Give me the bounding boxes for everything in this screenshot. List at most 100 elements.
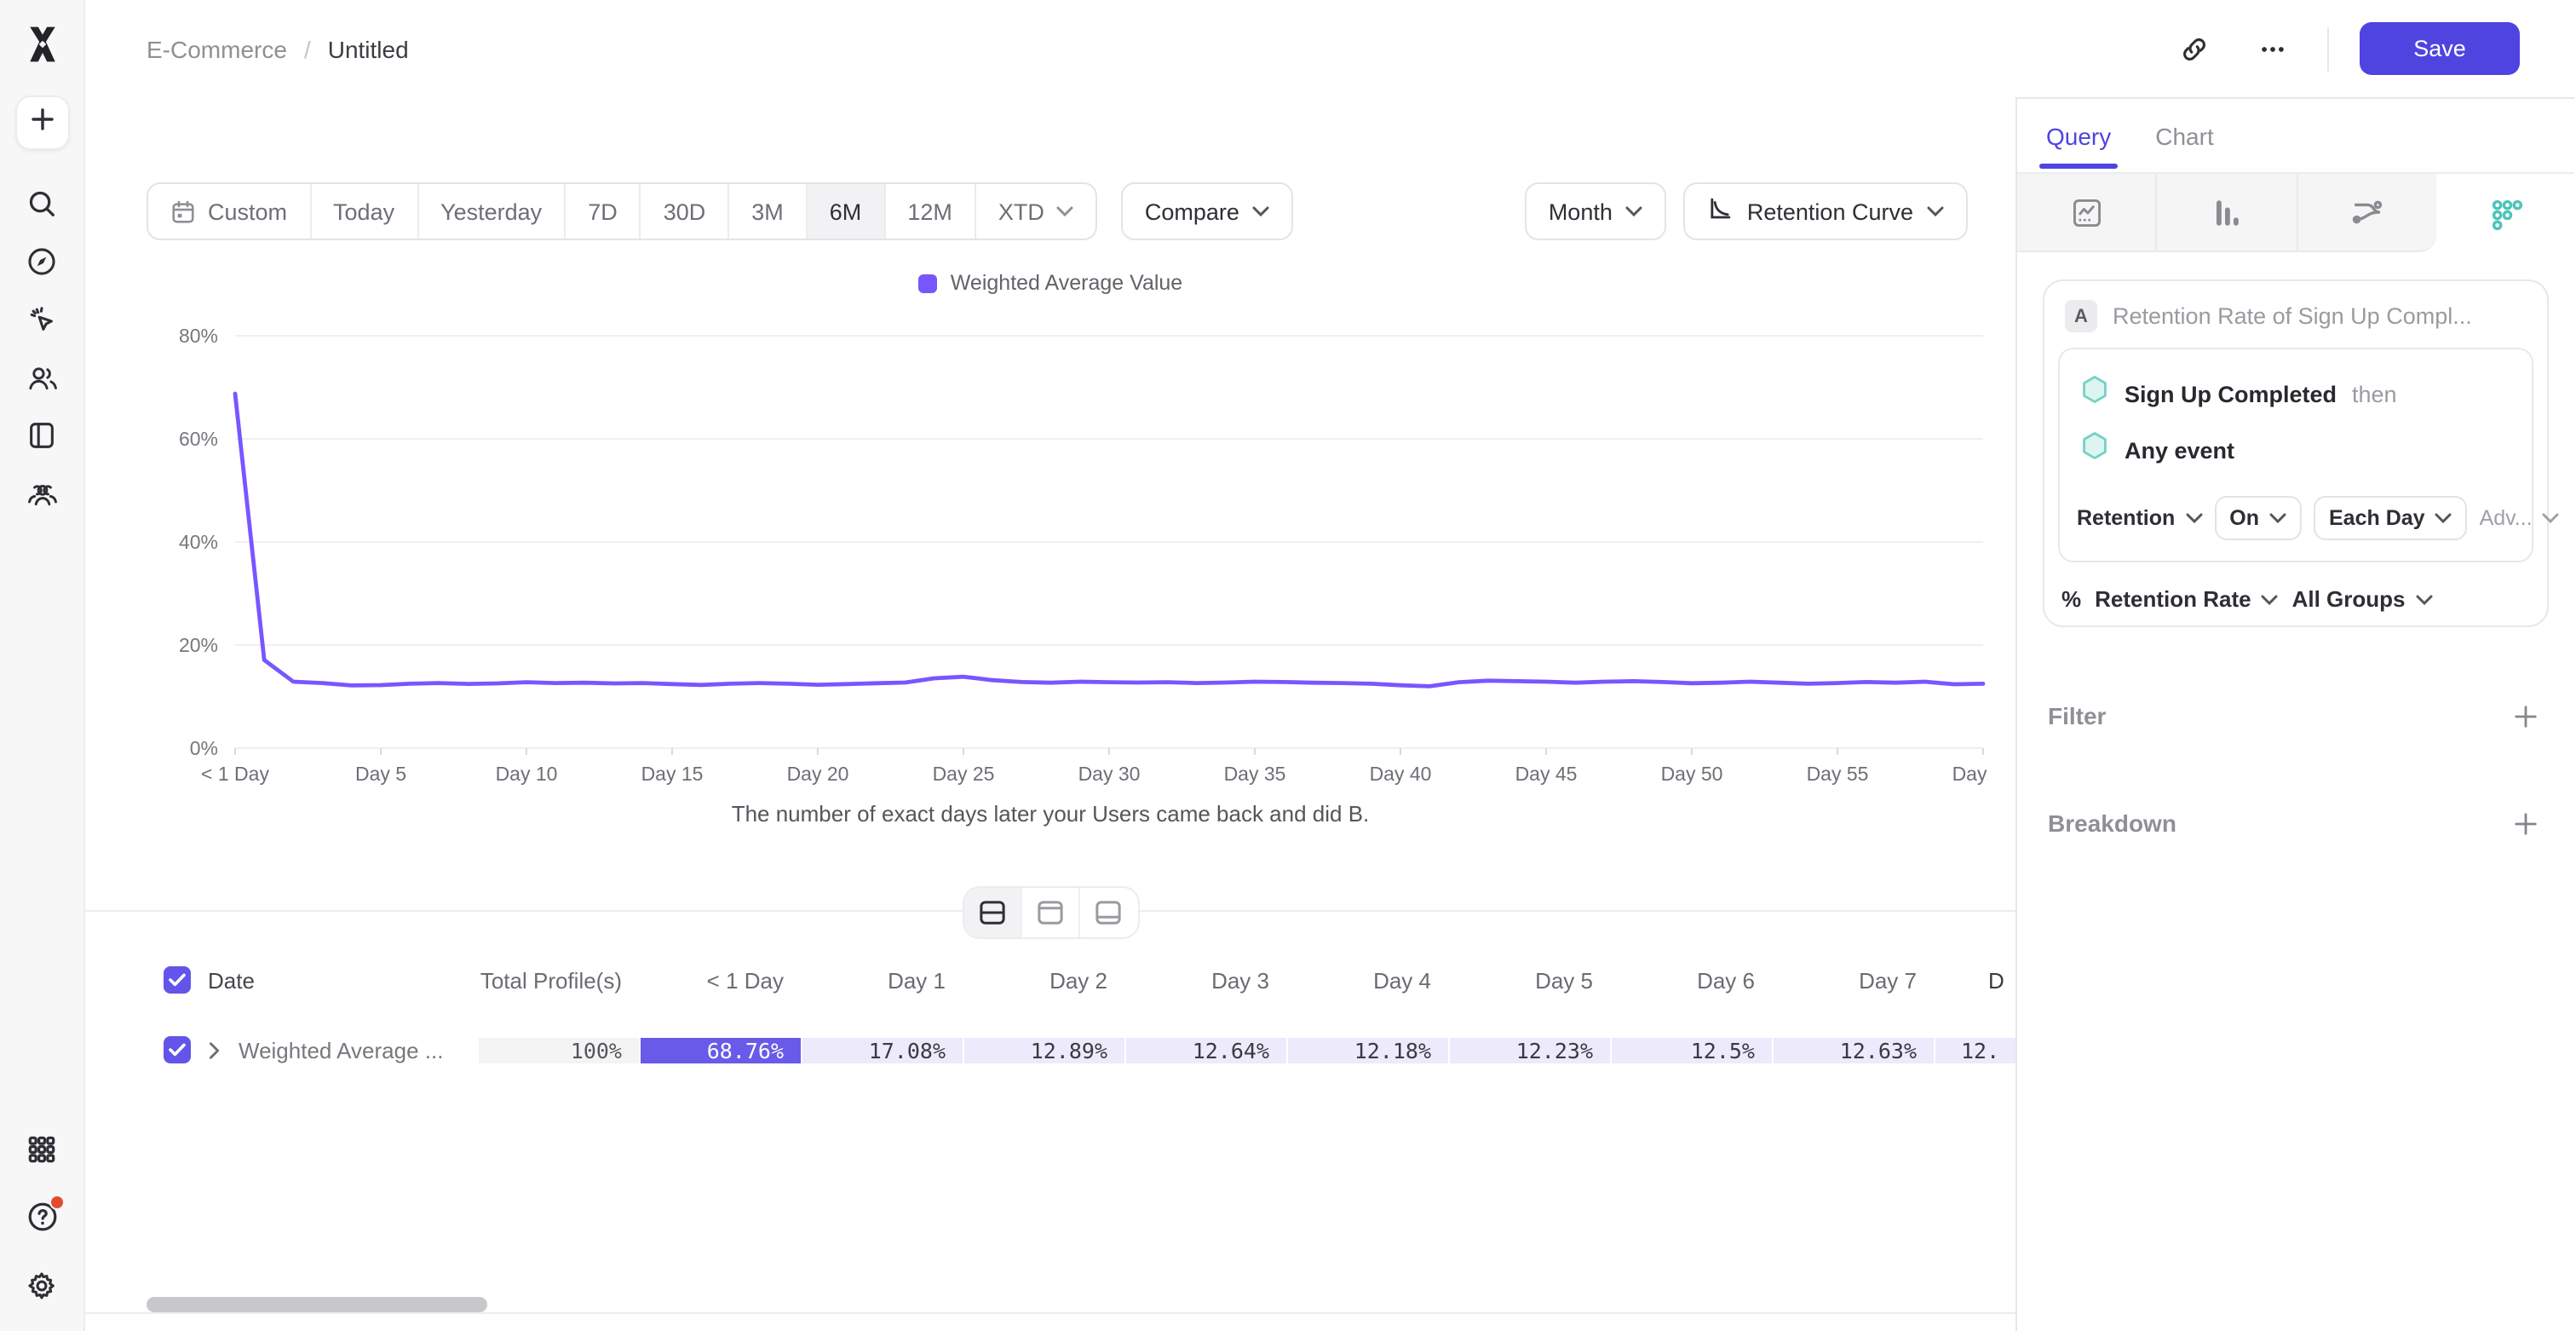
save-button[interactable]: Save [2360,22,2520,75]
control-on-dropdown[interactable]: On [2214,496,2302,540]
second-event-row[interactable]: Any event [2077,423,2515,479]
chevron-down-icon [2416,594,2433,604]
link-icon[interactable] [2171,25,2218,72]
granularity-dropdown[interactable]: Month [1525,182,1667,240]
date-range-label: Yesterday [440,199,542,224]
table-only-view-button[interactable] [1079,888,1137,937]
date-range-12m[interactable]: 12M [885,184,976,239]
chart-legend[interactable]: Weighted Average Value [85,271,2015,295]
plus-icon [2512,810,2538,836]
funnels-icon[interactable] [2158,174,2298,252]
groups-dropdown[interactable]: All Groups [2292,586,2433,612]
flows-icon[interactable] [2297,174,2436,252]
row-label: Weighted Average ... [239,1037,443,1063]
column-header[interactable]: Day 2 [964,967,1124,993]
legend-swatch [918,274,937,292]
breadcrumb: E-Commerce / Untitled [147,35,409,62]
compare-label: Compare [1145,199,1239,224]
chart-only-view-button[interactable] [1021,888,1079,937]
table-cell[interactable]: 17.08% [802,1037,963,1063]
retention-chart[interactable]: 0%20%40%60%80%< 1 DayDay 5Day 10Day 15Da… [147,298,1992,801]
retention-icon[interactable] [2436,174,2575,252]
row-checkbox[interactable] [164,1036,191,1063]
table-cell[interactable]: 100% [479,1037,639,1063]
date-range-yesterday[interactable]: Yesterday [418,184,566,239]
control-eachday-dropdown[interactable]: Each Day [2314,496,2468,540]
tab-chart[interactable]: Chart [2155,99,2213,172]
compare-button[interactable]: Compare [1121,182,1294,240]
row-expand-chevron-icon[interactable] [208,1040,221,1059]
column-header[interactable]: Day 3 [1126,967,1286,993]
table-cell[interactable]: 12.63% [1774,1037,1934,1063]
control-adv-dropdown[interactable]: Adv... [2480,506,2560,530]
users-icon[interactable] [13,348,71,406]
breadcrumb-page[interactable]: Untitled [328,35,409,62]
date-range-6m[interactable]: 6M [808,184,886,239]
grid-icon[interactable] [13,1120,71,1178]
panel-tabs: Query Chart [2017,99,2574,172]
breadcrumb-project[interactable]: E-Commerce [147,35,287,62]
search-icon[interactable] [13,174,71,232]
date-range-7d[interactable]: 7D [566,184,641,239]
date-range-3m[interactable]: 3M [729,184,808,239]
table-cell[interactable]: 12. [1935,1037,2015,1063]
notebook-icon[interactable] [13,406,71,464]
chart-type-dropdown[interactable]: Retention Curve [1684,182,1968,240]
sidebar [0,0,85,1331]
more-icon[interactable] [2249,25,2297,72]
tab-query[interactable]: Query [2046,99,2111,172]
svg-text:< 1 Day: < 1 Day [201,763,269,785]
measure-dropdown[interactable]: Retention Rate [2095,586,2278,612]
event-card: Sign Up Completed then Any event Retenti… [2058,348,2533,562]
section-label: Filter [2048,702,2106,729]
chart-note: The number of exact days later your User… [85,801,2015,827]
chevron-down-icon [2185,513,2202,523]
cursor-click-icon[interactable] [13,290,71,348]
help-icon[interactable] [13,1188,71,1246]
new-report-button[interactable] [14,95,69,150]
column-header[interactable]: D [1935,967,2015,993]
column-header[interactable]: Day 1 [802,967,963,993]
column-header[interactable]: Day 7 [1774,967,1934,993]
column-header[interactable]: Total Profile(s) [479,967,639,993]
group-icon[interactable] [13,464,71,521]
table-cell[interactable]: 12.18% [1288,1037,1448,1063]
insights-icon[interactable] [2017,174,2158,252]
breadcrumb-separator: / [304,35,311,62]
table-row[interactable]: Weighted Average ... 100%68.76%17.08%12.… [147,1017,2015,1082]
column-header[interactable]: Day 6 [1612,967,1772,993]
date-range-custom[interactable]: Custom [148,184,311,239]
add-filter-button[interactable] [2506,697,2544,735]
query-title[interactable]: Retention Rate of Sign Up Compl... [2113,303,2472,329]
column-header[interactable]: Day 5 [1450,967,1610,993]
compass-icon[interactable] [13,232,71,290]
column-header[interactable]: Day 4 [1288,967,1448,993]
date-range-30d[interactable]: 30D [641,184,730,239]
gear-icon[interactable] [13,1256,71,1314]
report-type-tabs [2017,172,2574,252]
mixpanel-logo-icon[interactable] [20,22,64,66]
split-view-button[interactable] [963,888,1021,937]
date-column-header[interactable]: Date [208,967,255,993]
chart-table-divider [85,910,2015,912]
table-cell[interactable]: 68.76% [641,1037,801,1063]
table-cell[interactable]: 12.5% [1612,1037,1772,1063]
percent-icon: % [2061,586,2081,612]
control-retention-dropdown[interactable]: Retention [2077,506,2202,530]
date-range-label: 7D [588,199,618,224]
table-cell[interactable]: 12.89% [964,1037,1124,1063]
horizontal-scrollbar[interactable] [147,1297,487,1312]
topbar-divider [2327,26,2329,71]
table-cell[interactable]: 12.64% [1126,1037,1286,1063]
first-event-row[interactable]: Sign Up Completed then [2077,366,2515,423]
add-breakdown-button[interactable] [2506,804,2544,842]
svg-text:0%: 0% [190,737,218,759]
date-range-today[interactable]: Today [311,184,418,239]
plus-icon [28,105,55,141]
column-header[interactable]: < 1 Day [641,967,801,993]
table-cell[interactable]: 12.23% [1450,1037,1610,1063]
event-hexagon-icon [2080,375,2109,414]
select-all-checkbox[interactable] [164,966,191,994]
date-range-xtd[interactable]: XTD [976,184,1095,239]
check-icon [169,1043,186,1057]
